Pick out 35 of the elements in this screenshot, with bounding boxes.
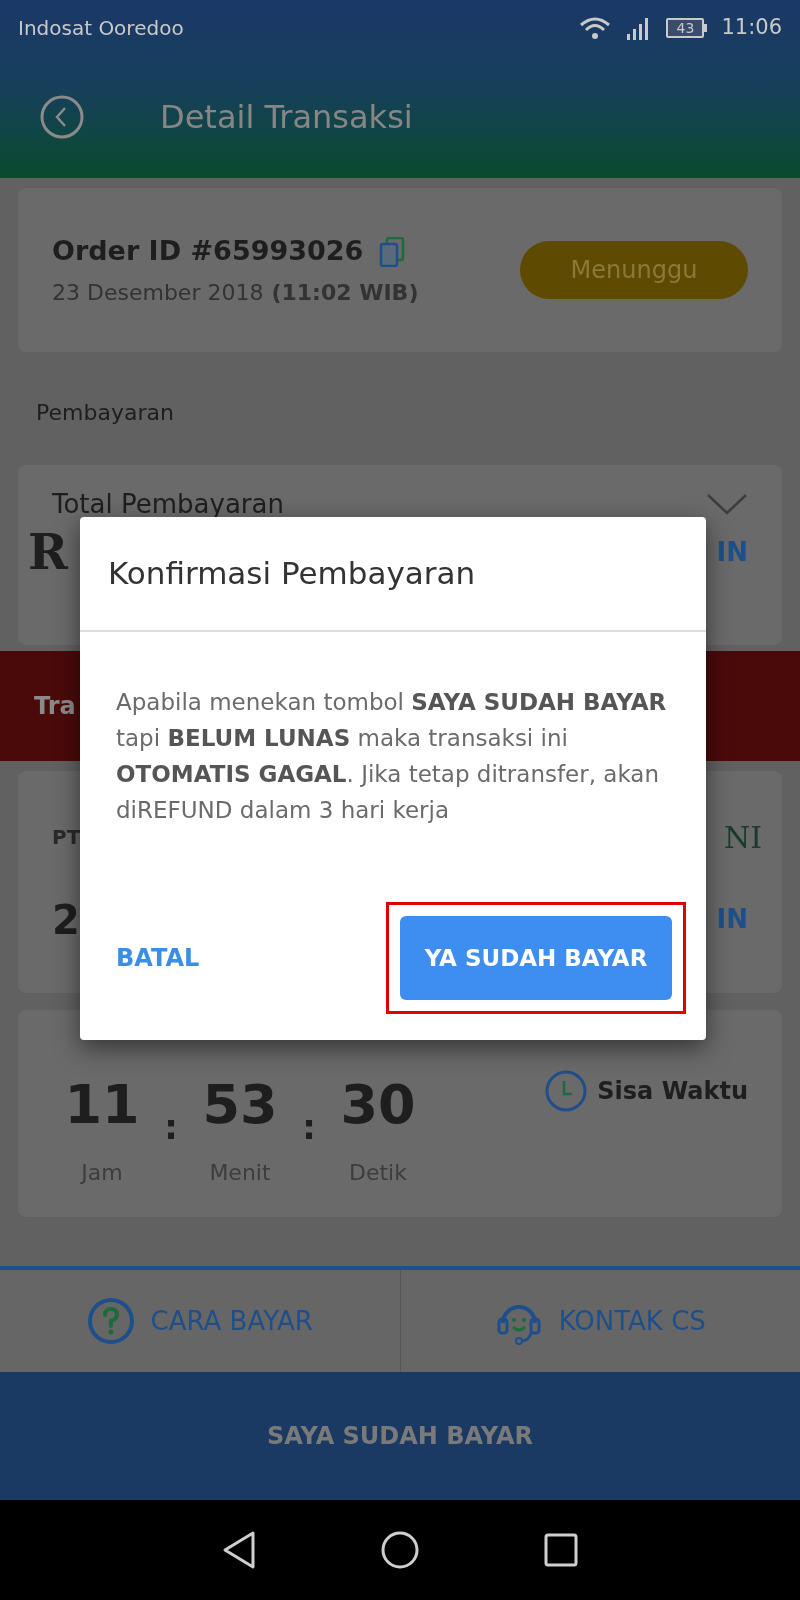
dialog-title: Konfirmasi Pembayaran [108, 554, 476, 594]
question-icon [86, 1297, 135, 1345]
dialog-message: Apabila menekan tombol SAYA SUDAH BAYAR tapi BELUM LUNAS maka transaksi ini OTOMATIS GAGAL. Jika tetap ditransfer, akan diREFUND dalam 3 hari kerja [116, 688, 668, 825]
timer-separator: : [301, 1106, 317, 1149]
timer-separator: : [163, 1106, 179, 1149]
battery-icon: 43 [666, 17, 708, 38]
status-badge: Menunggu [520, 241, 748, 299]
detail-link[interactable]: IN [716, 532, 748, 572]
notice-text: Tra [34, 691, 76, 722]
account-number: 2 [52, 895, 80, 945]
order-time: (11:02 WIB) [271, 278, 419, 307]
remaining-time-label: Sisa Waktu [597, 1076, 748, 1107]
section-label: Pembayaran [36, 399, 174, 427]
bank-logo: NI [723, 818, 762, 857]
order-id: Order ID #65993026 [52, 234, 364, 269]
copy-link[interactable]: IN [716, 900, 748, 939]
clock-time: 11:06 [721, 13, 782, 41]
carrier-name: Indosat Ooredoo [18, 14, 184, 42]
recent-apps-icon[interactable] [542, 1532, 579, 1568]
total-amount: R [28, 528, 68, 576]
order-date: 23 Desember 2018 [52, 278, 264, 307]
home-nav-icon[interactable] [380, 1530, 420, 1570]
timer-value: 53 [202, 1078, 278, 1132]
clock-icon [545, 1070, 588, 1112]
bottom-tab[interactable]: CARA BAYAR [0, 1270, 400, 1372]
total-label: Total Pembayaran [52, 488, 284, 521]
bank-name: PT [52, 824, 81, 851]
timer-value: 30 [340, 1078, 416, 1132]
back-icon[interactable] [40, 94, 84, 139]
timer-value: 11 [64, 1078, 140, 1132]
paid-button[interactable]: SAYA SUDAH BAYAR [0, 1372, 800, 1500]
page-title: Detail Transaksi [160, 96, 413, 138]
back-nav-icon[interactable] [221, 1530, 258, 1570]
cancel-button[interactable]: BATAL [116, 940, 200, 976]
confirm-button[interactable]: YA SUDAH BAYAR [400, 916, 672, 1000]
